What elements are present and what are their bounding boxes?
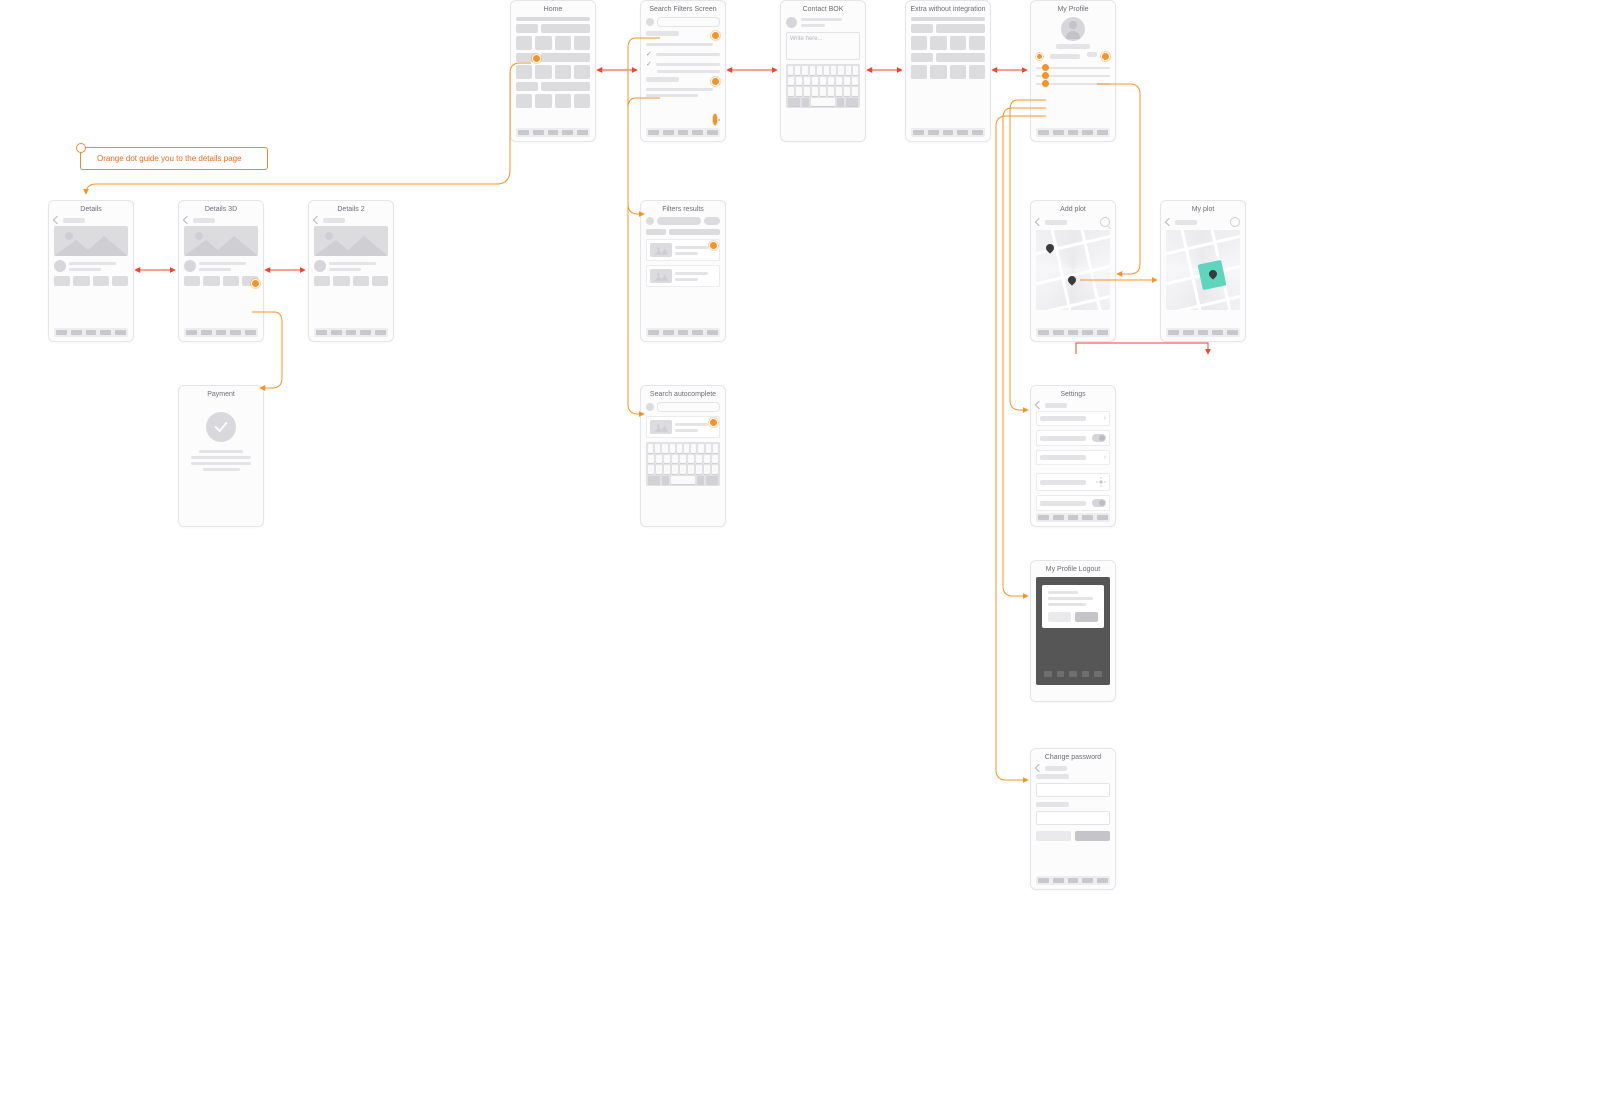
screen-details-2: Details 2 [308, 200, 394, 342]
screen-title: Details [49, 201, 133, 217]
screen-title: My plot [1161, 201, 1245, 217]
screen-title: Extra without integration [906, 1, 990, 17]
screen-title: Add plot [1031, 201, 1115, 217]
screen-title: Details 3D [179, 201, 263, 217]
screen-search-filters: Search Filters Screen ✓ ✓ [640, 0, 726, 142]
keyboard [646, 442, 720, 486]
screen-my-plot: My plot [1160, 200, 1246, 342]
screen-title: Change password [1031, 749, 1115, 765]
screen-details: Details [48, 200, 134, 342]
checkmark-icon [213, 419, 229, 435]
message-input[interactable]: Write here... [786, 32, 860, 60]
screen-contact-bok: Contact BOK Write here... [780, 0, 866, 142]
screen-title: Search Filters Screen [641, 1, 725, 17]
screen-title: Filters results [641, 201, 725, 217]
screen-title: Search autocomplete [641, 386, 725, 402]
screen-settings: Settings › › [1030, 385, 1116, 527]
callout-text: Orange dot guide you to the details page [97, 154, 242, 163]
screen-title: My Profile Logout [1031, 561, 1115, 577]
gear-icon [1096, 477, 1106, 487]
screen-my-profile-logout: My Profile Logout [1030, 560, 1116, 702]
screen-details-3d: Details 3D [178, 200, 264, 342]
screen-my-profile: My Profile [1030, 0, 1116, 142]
keyboard [786, 64, 860, 108]
screen-title: Home [511, 1, 595, 17]
screen-add-plot: Add plot [1030, 200, 1116, 342]
screen-title: Details 2 [309, 201, 393, 217]
screen-extra: Extra without integration [905, 0, 991, 142]
screen-title: My Profile [1031, 1, 1115, 17]
callout-handle [76, 143, 86, 153]
screen-home: Home [510, 0, 596, 142]
screen-title: Settings [1031, 386, 1115, 402]
screen-title: Payment [179, 386, 263, 402]
flow-canvas: Orange dot guide you to the details page… [0, 0, 1600, 1112]
screen-payment: Payment [178, 385, 264, 527]
screen-search-autocomplete: Search autocomplete [640, 385, 726, 527]
screen-change-password: Change password [1030, 748, 1116, 890]
screen-title: Contact BOK [781, 1, 865, 17]
screen-filters-results: Filters results [640, 200, 726, 342]
guide-callout: Orange dot guide you to the details page [80, 147, 268, 170]
image-placeholder-icon [54, 226, 128, 256]
